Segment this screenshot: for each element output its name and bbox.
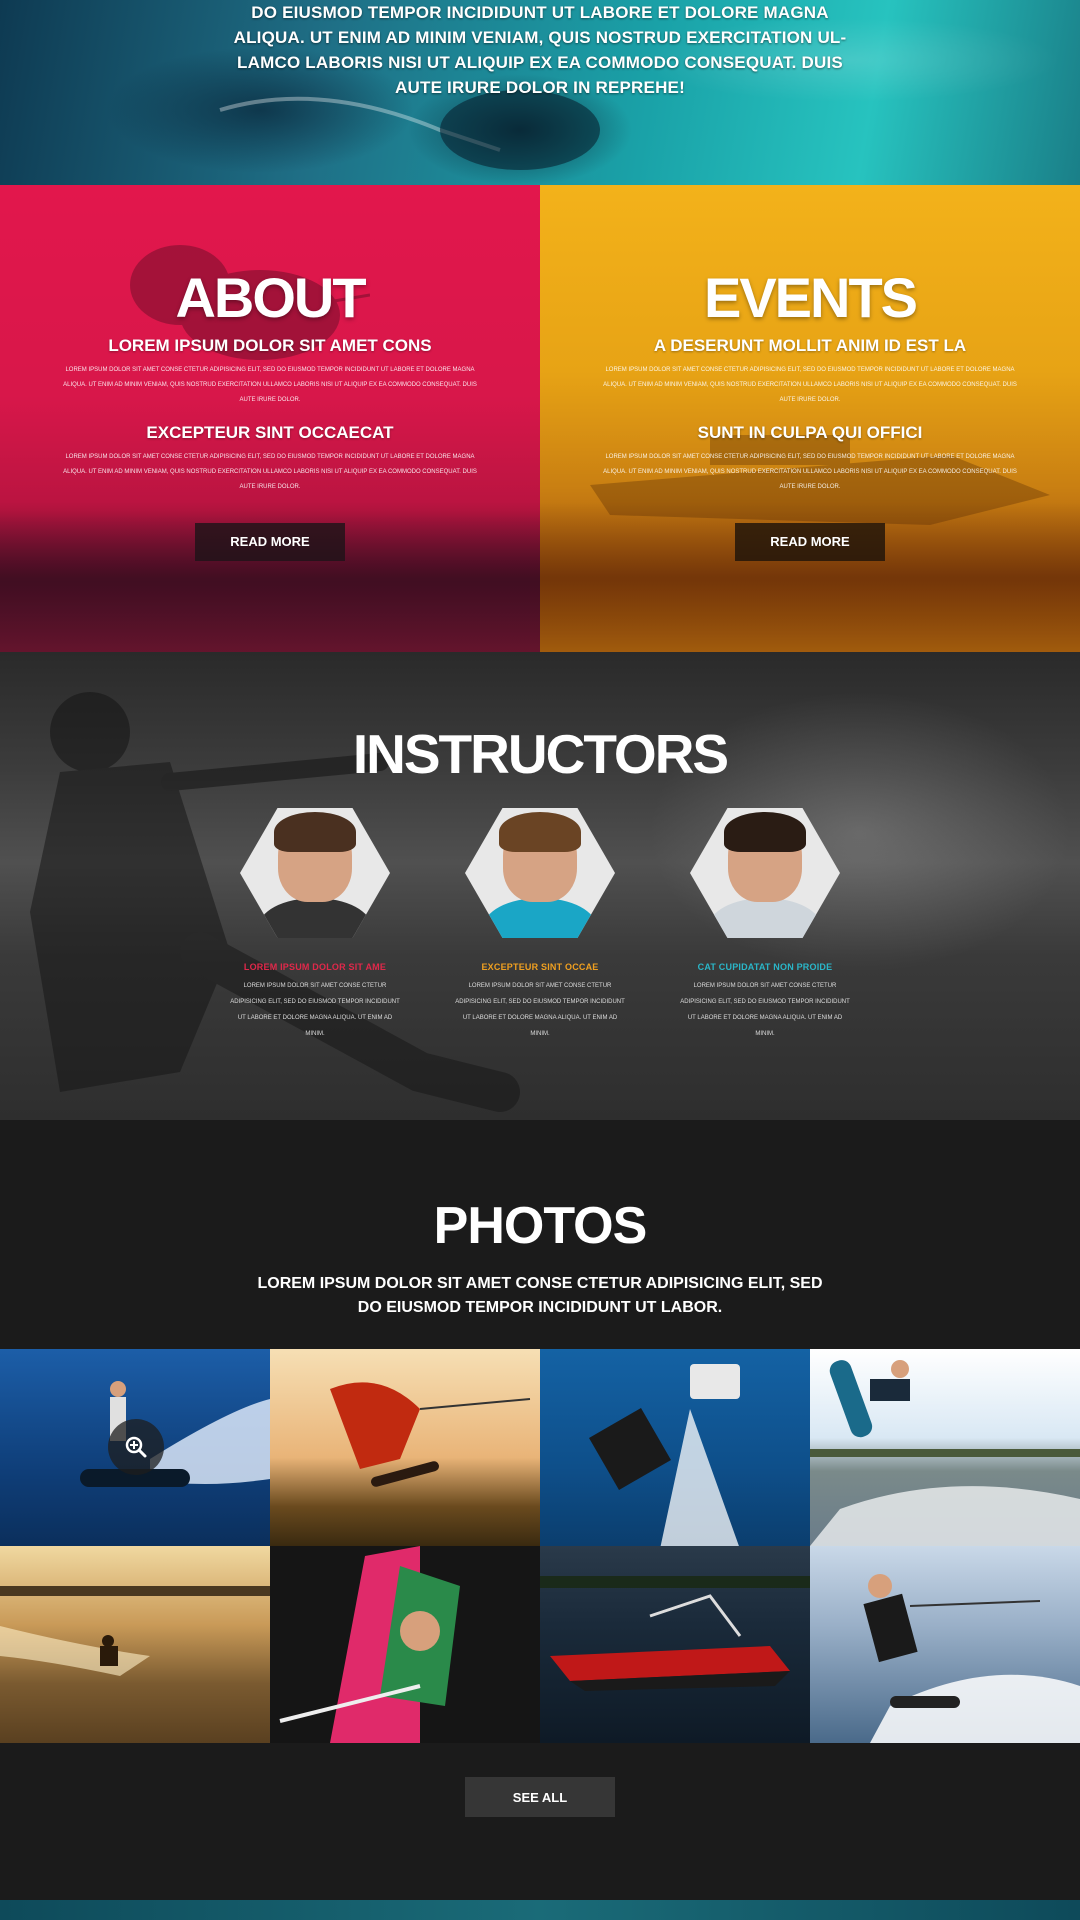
see-all-button[interactable]: SEE ALL (465, 1777, 615, 1817)
events-title: EVENTS (703, 266, 918, 329)
instructor-desc: LOREM IPSUM DOLOR SIT AMET CONSE CTETUR … (455, 983, 625, 1037)
instructor-name: LOREM IPSUM DOLOR SIT AME (243, 962, 387, 972)
about-title: ABOUT (175, 266, 366, 329)
photos-subtitle-line: LOREM IPSUM DOLOR SIT AMET CONSE CTETUR … (257, 1275, 823, 1292)
instructor-card: EXCEPTEUR SINT OCCAE LOREM IPSUM DOLOR S… (445, 808, 635, 1042)
about-text-2: LOREM IPSUM DOLOR SIT AMET CONSE CTETUR … (63, 454, 477, 490)
about-heading-2: EXCEPTEUR SINT OCCAECAT (146, 423, 394, 442)
kiteboard-photo (330, 1382, 531, 1487)
photos-section: PHOTOS LOREM IPSUM DOLOR SIT AMET CONSE … (0, 1120, 1080, 1910)
photo-tile[interactable] (810, 1349, 1080, 1546)
splash-closeup-photo (279, 1546, 460, 1743)
instructor-name: CAT CUPIDATAT NON PROIDE (697, 962, 833, 972)
instructor-avatar (690, 808, 840, 938)
avatar-shirt (483, 898, 597, 938)
hero-section: DO EIUSMOD TEMPOR INCIDIDUNT UT LABORE E… (0, 0, 1080, 185)
photo-tile[interactable] (0, 1349, 270, 1546)
instructor-avatar (465, 808, 615, 938)
instructor-desc: LOREM IPSUM DOLOR SIT AMET CONSE CTETUR … (680, 983, 850, 1037)
hero-line: AUTE IRURE DOLOR IN REPREHE! (395, 78, 685, 97)
hero-text: DO EIUSMOD TEMPOR INCIDIDUNT UT LABORE E… (190, 0, 890, 100)
zoom-in-icon (125, 1436, 147, 1458)
instructor-card: CAT CUPIDATAT NON PROIDE LOREM IPSUM DOL… (670, 808, 860, 1042)
photos-subtitle-line: DO EIUSMOD TEMPOR INCIDIDUNT UT LABOR. (357, 1299, 723, 1316)
avatar-hair (274, 812, 356, 852)
hero-line: DO EIUSMOD TEMPOR INCIDIDUNT UT LABORE E… (251, 3, 829, 22)
hero-line: ALIQUA. UT ENIM AD MINIM VENIAM, QUIS NO… (233, 28, 847, 47)
about-heading-1: LOREM IPSUM DOLOR SIT AMET CONS (108, 336, 432, 355)
photo-tile[interactable] (810, 1546, 1080, 1743)
avatar-shirt (258, 898, 372, 938)
instructors-title: INSTRUCTORS (352, 723, 729, 785)
speedboat-photo (540, 1576, 810, 1691)
photos-subtitle: LOREM IPSUM DOLOR SIT AMET CONSE CTETUR … (0, 1272, 1080, 1320)
footer-strip (0, 1900, 1080, 1920)
zoom-button[interactable] (108, 1419, 164, 1475)
avatar-hair (499, 812, 581, 852)
hero-line: LAMCO LABORIS NISI UT ALIQUIP EX EA COMM… (237, 53, 843, 72)
photo-tile[interactable] (270, 1546, 540, 1743)
avatar-hair (724, 812, 806, 852)
about-text-1: LOREM IPSUM DOLOR SIT AMET CONSE CTETUR … (63, 367, 477, 403)
photo-tile[interactable] (540, 1546, 810, 1743)
instructors-section: INSTRUCTORS LOREM IPSUM DOLOR SIT AME LO… (0, 652, 1080, 1120)
instructor-name: EXCEPTEUR SINT OCCAE (481, 962, 599, 972)
events-heading-1: A DESERUNT MOLLIT ANIM ID EST LA (653, 336, 967, 355)
photos-title: PHOTOS (433, 1197, 648, 1255)
sunset-ride-photo (0, 1586, 270, 1676)
photo-tile[interactable] (540, 1349, 810, 1546)
instructor-desc: LOREM IPSUM DOLOR SIT AMET CONSE CTETUR … (230, 983, 400, 1037)
instructor-card: LOREM IPSUM DOLOR SIT AME LOREM IPSUM DO… (220, 808, 410, 1042)
about-panel: ABOUT LOREM IPSUM DOLOR SIT AMET CONS LO… (0, 185, 540, 652)
photo-grid (0, 1349, 1080, 1743)
photo-tile[interactable] (270, 1349, 540, 1546)
events-text-1: LOREM IPSUM DOLOR SIT AMET CONSE CTETUR … (603, 367, 1017, 403)
avatar-shirt (708, 898, 822, 938)
jump-boat-photo (589, 1364, 740, 1546)
about-read-more-button[interactable]: READ MORE (195, 523, 345, 561)
events-heading-2: SUNT IN CULPA QUI OFFICI (697, 423, 923, 442)
events-text-2: LOREM IPSUM DOLOR SIT AMET CONSE CTETUR … (603, 454, 1017, 490)
flip-trick-photo (810, 1360, 1080, 1546)
page: DO EIUSMOD TEMPOR INCIDIDUNT UT LABORE E… (0, 0, 1080, 1920)
photo-tile[interactable] (0, 1546, 270, 1743)
events-read-more-button[interactable]: READ MORE (735, 523, 885, 561)
instructor-avatar (240, 808, 390, 938)
events-panel: EVENTS A DESERUNT MOLLIT ANIM ID EST LA … (540, 185, 1080, 652)
carving-photo (863, 1574, 1080, 1743)
